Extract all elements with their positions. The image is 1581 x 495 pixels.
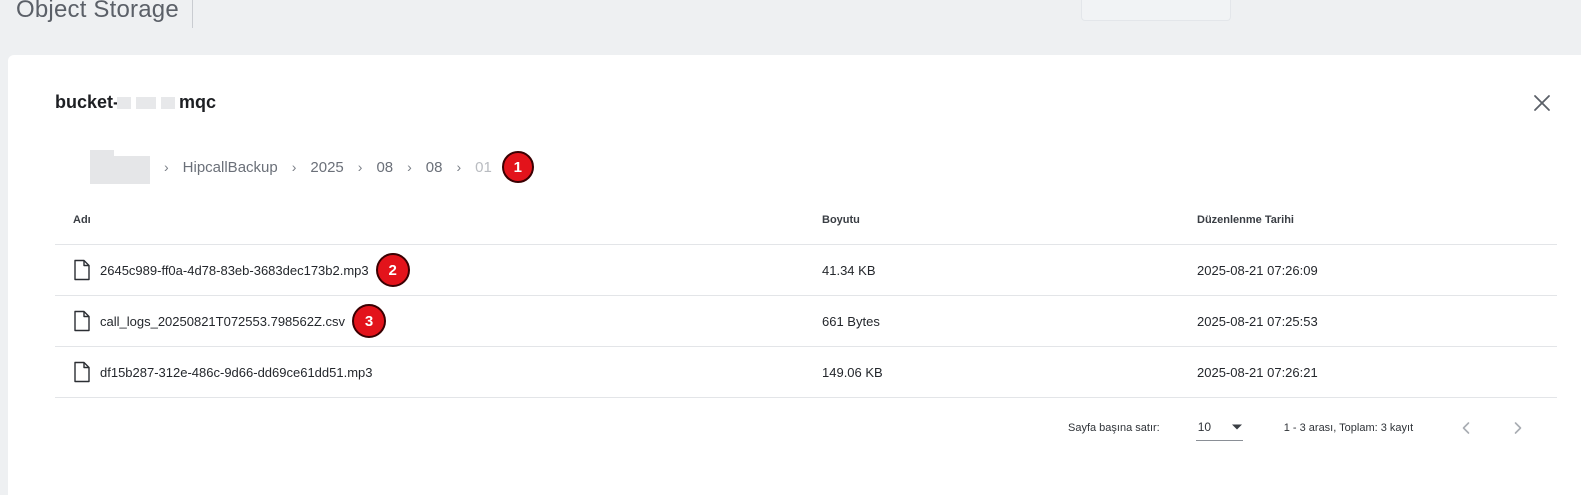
breadcrumb-item-hipcallbackup[interactable]: HipcallBackup — [183, 159, 278, 176]
file-table: Adı Boyutu Düzenlenme Tarihi 2645c989-ff… — [55, 195, 1557, 398]
table-row[interactable]: 2645c989-ff0a-4d78-83eb-3683dec173b2.mp3… — [55, 245, 1557, 296]
pagination-range: 1 - 3 arası, Toplam: 3 kayıt — [1283, 422, 1414, 434]
cell-size: 149.06 KB — [822, 364, 883, 380]
bucket-name-prefix: bucket- — [55, 92, 120, 112]
chevron-left-icon — [1462, 422, 1470, 434]
table-header: Adı Boyutu Düzenlenme Tarihi — [55, 195, 1557, 245]
redacted-region — [117, 96, 132, 109]
file-icon — [74, 259, 90, 281]
column-header-size[interactable]: Boyutu — [822, 214, 1197, 226]
file-name-link[interactable]: 2645c989-ff0a-4d78-83eb-3683dec173b2.mp3 — [100, 263, 369, 278]
next-page-button[interactable] — [1505, 415, 1531, 441]
chevron-right-icon: › — [407, 159, 412, 175]
file-icon — [74, 361, 90, 383]
column-header-name[interactable]: Adı — [55, 214, 822, 226]
breadcrumb-item-08[interactable]: 08 — [426, 159, 443, 176]
rows-per-page-value: 10 — [1197, 419, 1212, 434]
close-button[interactable] — [1528, 89, 1556, 117]
bucket-title: bucket- mqc — [55, 92, 216, 113]
chevron-right-icon: › — [164, 159, 169, 175]
breadcrumb-root-redacted[interactable] — [90, 150, 150, 184]
bucket-name-suffix: mqc — [179, 92, 217, 112]
redacted-region — [136, 96, 157, 109]
header-action-button[interactable] — [1081, 0, 1231, 21]
chevron-right-icon: › — [357, 159, 363, 175]
breadcrumb: › HipcallBackup › 2025 › 08 › 08 › 01 1 — [90, 150, 534, 184]
cell-modified: 2025-08-21 07:26:09 — [1197, 262, 1318, 278]
cell-name: df15b287-312e-486c-9d66-dd69ce61dd51.mp3 — [55, 361, 822, 383]
annotation-marker: 3 — [352, 304, 387, 338]
breadcrumb-item-2025[interactable]: 2025 — [310, 159, 343, 176]
chevron-right-icon — [1514, 422, 1522, 434]
rows-per-page-select[interactable]: 10 — [1195, 415, 1243, 441]
cell-name: 2645c989-ff0a-4d78-83eb-3683dec173b2.mp3… — [55, 253, 822, 287]
page-title: Object Storage — [16, 0, 179, 23]
file-name-link[interactable]: call_logs_20250821T072553.798562Z.csv — [100, 314, 345, 329]
cell-size: 661 Bytes — [822, 313, 880, 329]
pagination: Sayfa başına satır: 10 1 - 3 arası, Topl… — [1068, 408, 1531, 448]
file-name-link[interactable]: df15b287-312e-486c-9d66-dd69ce61dd51.mp3 — [100, 365, 373, 380]
title-divider — [192, 0, 193, 28]
redacted-region — [161, 96, 176, 109]
rows-per-page-label: Sayfa başına satır: — [1068, 422, 1160, 434]
previous-page-button[interactable] — [1453, 415, 1479, 441]
table-row[interactable]: df15b287-312e-486c-9d66-dd69ce61dd51.mp3… — [55, 347, 1557, 398]
breadcrumb-item-08[interactable]: 08 — [376, 159, 393, 176]
table-row[interactable]: call_logs_20250821T072553.798562Z.csv 3 … — [55, 296, 1557, 347]
chevron-right-icon: › — [291, 159, 297, 175]
column-header-modified[interactable]: Düzenlenme Tarihi — [1197, 214, 1557, 226]
annotation-marker: 2 — [375, 253, 410, 287]
chevron-right-icon: › — [456, 159, 462, 175]
cell-size: 41.34 KB — [822, 262, 876, 278]
breadcrumb-item-current: 01 — [475, 158, 492, 176]
file-icon — [74, 310, 90, 332]
close-icon — [1534, 95, 1550, 111]
bucket-dialog: bucket- mqc › HipcallBackup › 2025 › 08 … — [8, 55, 1581, 495]
cell-modified: 2025-08-21 07:26:21 — [1197, 364, 1318, 380]
annotation-marker: 1 — [501, 151, 534, 183]
cell-modified: 2025-08-21 07:25:53 — [1197, 313, 1318, 329]
caret-down-icon — [1231, 424, 1242, 429]
cell-name: call_logs_20250821T072553.798562Z.csv 3 — [55, 304, 822, 338]
